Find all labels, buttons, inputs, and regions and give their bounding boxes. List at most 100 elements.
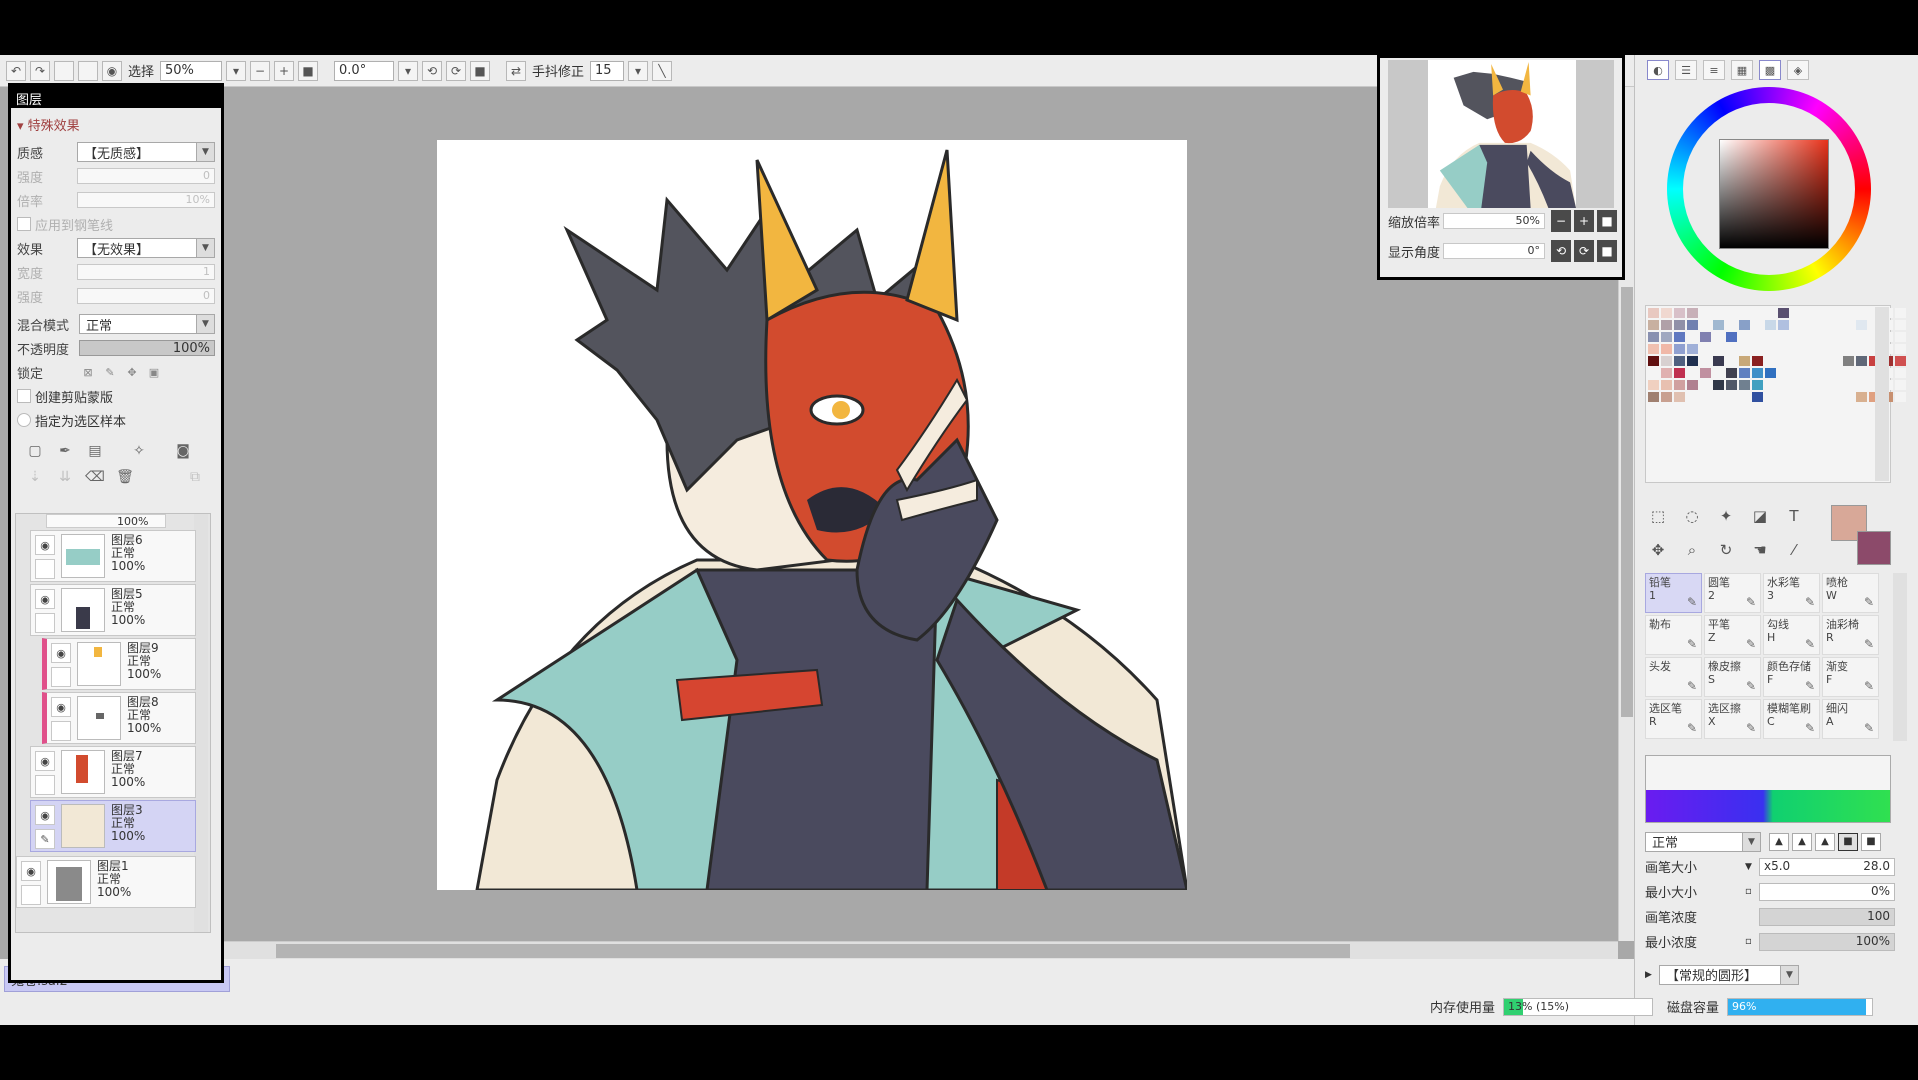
- rotate-right-icon[interactable]: ⟳: [446, 60, 467, 81]
- eye-icon[interactable]: ◉: [35, 535, 55, 555]
- brush-blend-select[interactable]: 正常 ▼: [1645, 831, 1761, 852]
- brush-shape-4-icon[interactable]: ■: [1838, 832, 1858, 851]
- nav-zoom-in-icon[interactable]: +: [1573, 210, 1594, 232]
- angle-dropdown-icon[interactable]: ▾: [398, 60, 419, 81]
- layer-lock-slot[interactable]: [51, 721, 71, 741]
- opacity-slider[interactable]: 100%: [79, 340, 215, 356]
- nav-zoom-slider[interactable]: 50%: [1442, 213, 1545, 229]
- zoom-field[interactable]: 50%: [160, 60, 223, 81]
- layer-row[interactable]: ◉ 图层9 正常 100%: [42, 638, 196, 690]
- invert-selection-icon[interactable]: [78, 60, 98, 81]
- brush-slot[interactable]: 颜色存储 F ✎: [1763, 657, 1820, 697]
- brush-slot[interactable]: 橡皮擦 S ✎: [1704, 657, 1761, 697]
- rgb-slider-tab-icon[interactable]: ☰: [1675, 60, 1697, 80]
- rotate-icon[interactable]: ↻: [1713, 537, 1739, 563]
- new-folder-icon[interactable]: ▤: [85, 441, 105, 461]
- brush-shape-select[interactable]: 【常规的圆形】 ▼: [1659, 964, 1799, 985]
- move-icon[interactable]: ✥: [1645, 537, 1671, 563]
- drawing-canvas[interactable]: [437, 140, 1187, 890]
- nav-angle-slider[interactable]: 0°: [1442, 243, 1545, 259]
- lock-move-icon[interactable]: ✥: [123, 363, 141, 381]
- layer-lock-slot[interactable]: [35, 613, 55, 633]
- brush-slot[interactable]: 圆笔 2 ✎: [1704, 573, 1761, 613]
- background-color[interactable]: [1857, 531, 1891, 565]
- layer-row[interactable]: ◉ 图层1 正常 100%: [16, 856, 196, 908]
- layer-lock-slot[interactable]: [51, 667, 71, 687]
- eye-icon[interactable]: ◉: [35, 589, 55, 609]
- lock-all-icon[interactable]: ▣: [145, 363, 163, 381]
- nav-zoom-reset-icon[interactable]: ■: [1597, 210, 1618, 232]
- nav-rotate-left-icon[interactable]: ⟲: [1550, 240, 1571, 262]
- expand-arrow-icon[interactable]: ▶: [1645, 970, 1659, 980]
- brush-slot[interactable]: 铅笔 1 ✎: [1645, 573, 1702, 613]
- brush-slot[interactable]: 平笔 Z ✎: [1704, 615, 1761, 655]
- rect-select-icon[interactable]: ⬚: [1645, 503, 1671, 529]
- straight-line-icon[interactable]: ╲: [652, 60, 673, 81]
- hsv-slider-tab-icon[interactable]: ≡: [1703, 60, 1725, 80]
- swatches-scrollbar[interactable]: [1875, 307, 1889, 481]
- brush-density-field[interactable]: 100: [1759, 907, 1895, 926]
- text-icon[interactable]: T: [1781, 503, 1807, 529]
- eye-icon[interactable]: ◉: [21, 861, 41, 881]
- scratchpad-tab-icon[interactable]: ◈: [1787, 60, 1809, 80]
- redo-icon[interactable]: ↷: [30, 60, 50, 81]
- partial-layer-row[interactable]: 100%: [46, 514, 166, 528]
- zoom-out-icon[interactable]: −: [250, 60, 271, 81]
- min-density-lock-icon[interactable]: ▫: [1745, 936, 1759, 947]
- brush-shape-2-icon[interactable]: ▲: [1792, 832, 1812, 851]
- angle-field[interactable]: 0.0°: [334, 60, 395, 81]
- magic-wand-icon[interactable]: ✦: [1713, 503, 1739, 529]
- blend-mode-select[interactable]: 正常 ▼: [79, 314, 215, 334]
- layer-lock-slot[interactable]: [21, 885, 41, 905]
- brush-shape-1-icon[interactable]: ▲: [1769, 832, 1789, 851]
- layer-row-active[interactable]: ◉ ✎ 图层3 正常 100%: [30, 800, 196, 852]
- nav-rotate-right-icon[interactable]: ⟳: [1573, 240, 1594, 262]
- zoom-in-icon[interactable]: +: [274, 60, 295, 81]
- brush-size-field[interactable]: x5.0 28.0: [1759, 857, 1895, 876]
- effect-select[interactable]: 【无效果】 ▼: [77, 238, 215, 258]
- new-linework-layer-icon[interactable]: ✒: [55, 441, 75, 461]
- fill-icon[interactable]: ◪: [1747, 503, 1773, 529]
- min-size-field[interactable]: 0%: [1759, 882, 1895, 901]
- rotate-reset-icon[interactable]: ■: [470, 60, 491, 81]
- undo-icon[interactable]: ↶: [6, 60, 26, 81]
- palette-tab-icon[interactable]: ▦: [1731, 60, 1753, 80]
- brush-slot[interactable]: 喷枪 W ✎: [1822, 573, 1879, 613]
- navigator-preview[interactable]: [1388, 60, 1614, 208]
- layer-lock-slot[interactable]: [35, 775, 55, 795]
- layer-effect-icon[interactable]: ✧: [129, 441, 149, 461]
- eyedropper-icon[interactable]: ⁄: [1781, 537, 1807, 563]
- eye-icon[interactable]: ◉: [35, 805, 55, 825]
- color-swatches[interactable]: [1645, 305, 1906, 483]
- eye-icon[interactable]: ◉: [51, 697, 71, 717]
- delete-layer-icon[interactable]: 🗑: [115, 467, 135, 487]
- brush-slot[interactable]: 细闪 A ✎: [1822, 699, 1879, 739]
- lasso-icon[interactable]: ◌: [1679, 503, 1705, 529]
- zoom-icon[interactable]: ⌕: [1679, 537, 1705, 563]
- new-layer-icon[interactable]: ▢: [25, 441, 45, 461]
- brush-slot[interactable]: 选区擦 X ✎: [1704, 699, 1761, 739]
- transfer-down-icon[interactable]: ⇣: [25, 467, 45, 487]
- hand-icon[interactable]: ☚: [1747, 537, 1773, 563]
- horizontal-scrollbar[interactable]: [8, 941, 1618, 959]
- saturation-value-square[interactable]: [1719, 139, 1829, 249]
- color-wheel[interactable]: [1667, 87, 1871, 291]
- layer-mask-icon[interactable]: ◙: [173, 441, 193, 461]
- size-dropdown-icon[interactable]: ▼: [1745, 862, 1759, 872]
- layer-row[interactable]: ◉ 图层6 正常 100%: [30, 530, 196, 582]
- brush-shape-5-icon[interactable]: ■: [1861, 832, 1881, 851]
- brush-grid-scrollbar[interactable]: [1893, 573, 1907, 741]
- brush-slot[interactable]: 渐变 F ✎: [1822, 657, 1879, 697]
- texture-select[interactable]: 【无质感】 ▼: [77, 142, 215, 162]
- brush-slot[interactable]: 选区笔 R ✎: [1645, 699, 1702, 739]
- merge-visible-icon[interactable]: ⧉: [185, 467, 205, 487]
- eye-icon[interactable]: ◉: [51, 643, 71, 663]
- stabilizer-field[interactable]: 15: [590, 60, 625, 81]
- min-size-lock-icon[interactable]: ▫: [1745, 886, 1759, 897]
- layer-list-scrollbar[interactable]: [194, 514, 208, 932]
- flip-horizontal-icon[interactable]: ⇄: [506, 60, 527, 81]
- min-density-field[interactable]: 100%: [1759, 932, 1895, 951]
- brush-slot[interactable]: 模糊笔刷 C ✎: [1763, 699, 1820, 739]
- brush-slot[interactable]: 水彩笔 3 ✎: [1763, 573, 1820, 613]
- layer-row[interactable]: ◉ 图层7 正常 100%: [30, 746, 196, 798]
